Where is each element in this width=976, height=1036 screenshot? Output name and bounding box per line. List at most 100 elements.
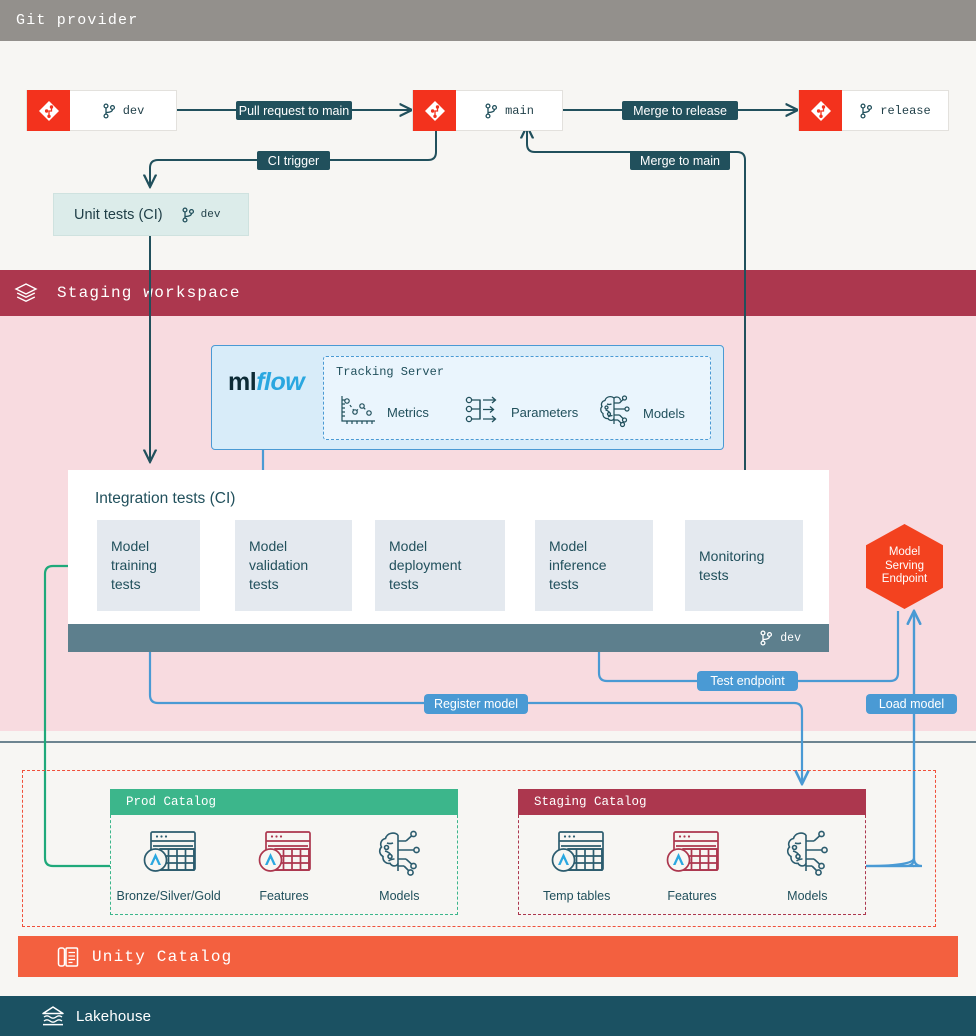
step-line2: training (111, 557, 157, 573)
lakehouse-title: Lakehouse (76, 1007, 152, 1025)
step-line1: Model (249, 538, 288, 554)
step-model-validation-tests[interactable]: Model validation tests (235, 520, 352, 611)
tracking-item-label: Models (643, 406, 685, 421)
git-repo-release[interactable]: release (798, 90, 949, 131)
branch-name: main (505, 103, 534, 118)
step-line2: tests (699, 566, 729, 583)
branch-name: dev (200, 208, 221, 221)
catalog-icon (56, 946, 80, 973)
endpoint-line3: Endpoint (881, 573, 928, 586)
step-line1: Model (549, 538, 588, 554)
staging-workspace-band: Staging workspace (0, 270, 976, 316)
prod-catalog-item-label: Features (259, 889, 309, 903)
step-monitoring-tests[interactable]: Monitoring tests (685, 520, 803, 611)
git-logo-icon (413, 90, 456, 131)
staging-catalog-header: Staging Catalog (518, 789, 866, 815)
git-provider-title: Git provider (16, 12, 139, 29)
step-model-training-tests[interactable]: Model training tests (97, 520, 200, 611)
label-register-model: Register model (424, 694, 528, 714)
step-line2: inference (549, 557, 607, 573)
staging-catalog-item-models[interactable]: Models (756, 828, 858, 903)
features-table-icon (663, 828, 721, 883)
integration-tests-title: Integration tests (CI) (95, 490, 236, 507)
git-provider-band: Git provider (0, 0, 976, 41)
parameters-nodes-icon (464, 393, 502, 432)
git-logo-icon (27, 90, 70, 131)
prod-catalog-header: Prod Catalog (110, 789, 458, 815)
label-test-endpoint: Test endpoint (697, 671, 798, 691)
tracking-item-metrics: Metrics (338, 393, 429, 432)
git-logo-icon (799, 90, 842, 131)
step-model-deployment-tests[interactable]: Model deployment tests (375, 520, 505, 611)
prod-catalog-item-tables[interactable]: Bronze/Silver/Gold (116, 828, 221, 903)
label-merge-to-release: Merge to release (622, 101, 738, 120)
label-pull-request-to-main: Pull request to main (236, 101, 352, 120)
staging-catalog-title: Staging Catalog (534, 795, 647, 809)
mlflow-logo-flow: flow (256, 368, 305, 396)
tracking-item-parameters: Parameters (464, 393, 578, 432)
prod-catalog-title: Prod Catalog (126, 795, 217, 809)
branch-icon (182, 206, 194, 223)
table-icon (140, 828, 198, 883)
staging-catalog-item-temp-tables[interactable]: Temp tables (526, 828, 628, 903)
metrics-chart-icon (338, 393, 378, 432)
unity-catalog-band: Unity Catalog (18, 936, 958, 977)
brain-circuit-icon (372, 828, 426, 883)
branch-label-dev: dev (70, 102, 176, 119)
table-icon (548, 828, 606, 883)
branch-name: dev (122, 103, 145, 118)
unit-tests-branch: dev (181, 206, 221, 223)
tracking-server-box: Tracking Server Metrics Parameters Model… (323, 356, 711, 440)
brain-circuit-icon (596, 393, 634, 434)
label-load-model: Load model (866, 694, 957, 714)
step-line3: tests (249, 576, 279, 592)
tracking-item-label: Metrics (387, 405, 429, 420)
brain-circuit-icon (780, 828, 834, 883)
features-table-icon (255, 828, 313, 883)
unit-tests-box[interactable]: Unit tests (CI) dev (53, 193, 249, 236)
step-line3: tests (389, 576, 419, 592)
step-model-inference-tests[interactable]: Model inference tests (535, 520, 653, 611)
mlflow-logo-ml: ml (228, 368, 257, 396)
tracking-item-models: Models (596, 393, 685, 434)
step-line2: deployment (389, 557, 462, 573)
mlflow-logo: mlflow (228, 368, 305, 397)
staging-catalog: Staging Catalog Temp tables Features Mod… (518, 789, 866, 915)
step-line3: tests (549, 576, 579, 592)
prod-catalog-item-features[interactable]: Features (233, 828, 335, 903)
staging-catalog-item-label: Features (667, 889, 717, 903)
prod-catalog-item-label: Models (379, 889, 420, 903)
step-line2: validation (249, 557, 309, 573)
endpoint-line2: Serving (885, 559, 924, 572)
prod-catalog-item-models[interactable]: Models (348, 828, 450, 903)
staging-workspace-title: Staging workspace (57, 284, 241, 302)
branch-name: dev (780, 631, 801, 645)
integration-dev-bar: dev (68, 624, 829, 652)
region-divider (0, 741, 976, 743)
tracking-item-label: Parameters (511, 405, 579, 420)
step-line3: tests (111, 576, 141, 592)
integration-branch: dev (759, 630, 801, 646)
branch-icon (860, 102, 873, 119)
lakehouse-band: Lakehouse (0, 996, 976, 1036)
endpoint-line1: Model (888, 546, 921, 559)
mlflow-card: mlflow Tracking Server Metrics Parameter… (211, 345, 724, 450)
diagram-canvas: Git provider Staging workspace Unity Cat… (0, 0, 976, 1036)
stack-icon (14, 282, 38, 309)
git-repo-main[interactable]: main (412, 90, 563, 131)
staging-catalog-item-label: Temp tables (542, 889, 611, 903)
tracking-server-title: Tracking Server (336, 365, 445, 379)
branch-label-main: main (456, 102, 562, 119)
branch-icon (760, 630, 773, 646)
step-line1: Model (111, 538, 150, 554)
unit-tests-label: Unit tests (CI) (74, 206, 163, 223)
lakehouse-icon (40, 1005, 66, 1032)
prod-catalog-item-label: Bronze/Silver/Gold (116, 889, 221, 903)
branch-name: release (880, 103, 931, 118)
git-repo-dev[interactable]: dev (26, 90, 177, 131)
step-line1: Model (389, 538, 428, 554)
branch-label-release: release (842, 102, 948, 119)
label-merge-to-main: Merge to main (630, 151, 730, 170)
step-line1: Monitoring (699, 547, 765, 564)
staging-catalog-item-features[interactable]: Features (641, 828, 743, 903)
